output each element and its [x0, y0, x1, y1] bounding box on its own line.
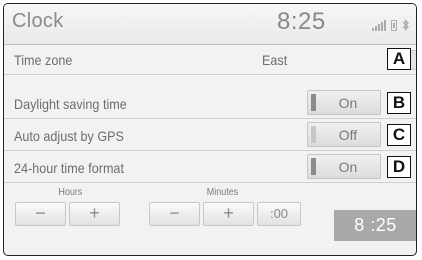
row-daylight-saving: Daylight saving time On B	[4, 88, 416, 119]
signal-bars-icon	[372, 19, 386, 31]
callout-b: B	[387, 92, 411, 114]
daylight-saving-label: Daylight saving time	[14, 96, 127, 112]
hours-label: Hours	[58, 187, 83, 198]
minutes-label: Minutes	[206, 187, 239, 198]
hours-plus-button[interactable]: +	[69, 202, 120, 226]
minutes-minus-button[interactable]: −	[149, 202, 200, 226]
header-clock: 8:25	[277, 8, 326, 35]
page-title: Clock	[12, 10, 64, 32]
toggle-label: On	[338, 159, 358, 175]
callout-c: C	[387, 124, 411, 146]
row-24-hour-format: 24-hour time format On D	[4, 152, 416, 183]
callout-a: A	[387, 48, 411, 70]
callout-d: D	[387, 156, 411, 178]
row-auto-adjust-gps: Auto adjust by GPS Off C	[4, 120, 416, 151]
24-hour-format-label: 24-hour time format	[14, 160, 124, 176]
daylight-saving-toggle[interactable]: On	[307, 90, 381, 115]
time-zone-value: East	[262, 52, 288, 68]
reset-minutes-button[interactable]: :00	[257, 202, 301, 226]
bluetooth-icon	[402, 19, 410, 31]
toggle-label: Off	[338, 127, 358, 143]
row-time-zone[interactable]: Time zone East A	[4, 44, 416, 75]
24-hour-format-toggle[interactable]: On	[307, 154, 381, 179]
hours-minus-button[interactable]: −	[15, 202, 66, 226]
toggle-label: On	[338, 95, 358, 111]
time-zone-label: Time zone	[14, 52, 73, 68]
time-display: 8 :25	[334, 210, 416, 241]
status-icons	[372, 17, 410, 31]
screen-frame: Clock 8:25 Time zone East A Daylight sav…	[3, 3, 417, 256]
minutes-plus-button[interactable]: +	[203, 202, 254, 226]
auto-adjust-gps-toggle[interactable]: Off	[307, 122, 381, 147]
auto-adjust-gps-label: Auto adjust by GPS	[14, 128, 124, 144]
header-bar: Clock 8:25	[4, 4, 416, 45]
phone-battery-icon	[391, 20, 397, 31]
